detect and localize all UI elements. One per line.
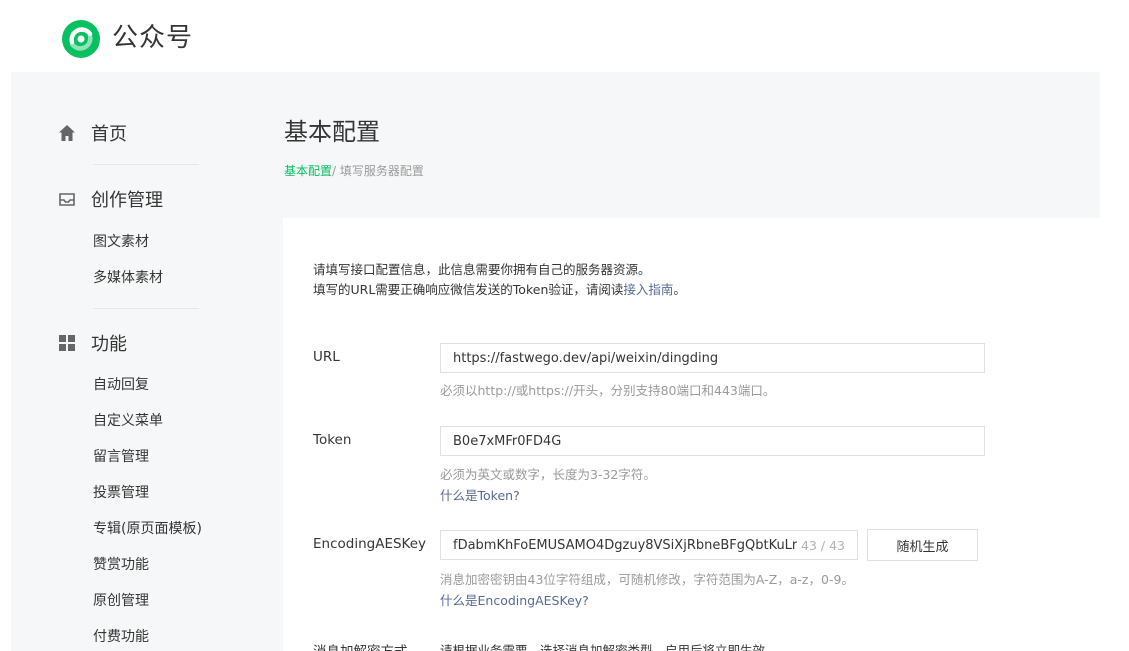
main-content: 基本配置 基本配置/ 填写服务器配置 请填写接口配置信息，此信息需要你拥有自己的…	[283, 72, 1100, 651]
what-is-token-link[interactable]: 什么是Token?	[440, 485, 520, 504]
server-config-card: 请填写接口配置信息，此信息需要你拥有自己的服务器资源。 填写的URL需要正确响应…	[283, 218, 1100, 651]
top-bar: 公众号	[0, 0, 1129, 72]
sidebar-divider	[93, 308, 199, 309]
breadcrumb-link-basic-config[interactable]: 基本配置	[284, 164, 332, 178]
sidebar-item-paid[interactable]: 付费功能	[93, 626, 149, 646]
token-input-value: B0e7xMFr0FD4G	[453, 433, 562, 449]
what-is-aes-key-link[interactable]: 什么是EncodingAESKey?	[440, 590, 589, 609]
breadcrumb-current: 填写服务器配置	[339, 164, 424, 178]
intro-line: 填写的URL需要正确响应微信发送的Token验证，请阅读接入指南。	[313, 280, 686, 300]
sidebar-section-creation[interactable]: 创作管理	[57, 186, 163, 212]
sidebar-item-comments[interactable]: 留言管理	[93, 446, 149, 466]
sidebar-item-auto-reply[interactable]: 自动回复	[93, 374, 149, 394]
sidebar-section-title: 创作管理	[91, 190, 163, 211]
sidebar-item-votes[interactable]: 投票管理	[93, 482, 149, 502]
url-input-value: https://fastwego.dev/api/weixin/dingding	[453, 350, 719, 366]
grid-icon	[59, 335, 75, 351]
token-hint: 必须为英文或数字，长度为3-32字符。	[440, 467, 656, 482]
random-generate-button[interactable]: 随机生成	[867, 529, 978, 561]
sidebar-item-label: 首页	[91, 124, 127, 145]
intro-line: 请填写接口配置信息，此信息需要你拥有自己的服务器资源。	[313, 262, 651, 277]
aes-key-input-value: fDabmKhFoEMUSAMO4Dgzuy8VSiXjRbneBFgQbtKu…	[453, 537, 798, 553]
intro-line-text: 。	[673, 282, 686, 297]
token-label: Token	[313, 432, 352, 448]
url-label: URL	[313, 349, 340, 365]
breadcrumb-separator: /	[332, 164, 340, 178]
url-input[interactable]: https://fastwego.dev/api/weixin/dingding	[440, 343, 985, 373]
url-hint: 必须以http://或https://开头，分别支持80端口和443端口。	[440, 383, 776, 398]
wechat-official-account-logo-icon[interactable]	[60, 18, 102, 60]
aes-key-input[interactable]: fDabmKhFoEMUSAMO4Dgzuy8VSiXjRbneBFgQbtKu…	[440, 530, 858, 560]
encrypt-mode-label: 消息加解密方式	[313, 640, 408, 651]
token-input[interactable]: B0e7xMFr0FD4G	[440, 426, 985, 456]
sidebar-item-reward[interactable]: 赞赏功能	[93, 554, 149, 574]
sidebar-section-features[interactable]: 功能	[57, 330, 127, 356]
inbox-icon	[59, 193, 75, 206]
aes-key-label: EncodingAESKey	[313, 536, 427, 552]
sidebar-item-home[interactable]: 首页	[57, 120, 127, 146]
brand-title: 公众号	[112, 23, 194, 53]
sidebar-item-album[interactable]: 专辑(原页面模板)	[93, 518, 202, 538]
access-guide-link[interactable]: 接入指南	[623, 282, 673, 297]
intro-line-text: 填写的URL需要正确响应微信发送的Token验证，请阅读	[313, 282, 624, 297]
sidebar-divider	[93, 164, 199, 165]
sidebar-item-original[interactable]: 原创管理	[93, 590, 149, 610]
aes-key-hint: 消息加密密钥由43位字符组成，可随机修改，字符范围为A-Z，a-z，0-9。	[440, 572, 854, 587]
encrypt-mode-hint: 请根据业务需要，选择消息加解密类型，启用后将立即生效	[440, 643, 766, 651]
page-title: 基本配置	[284, 118, 380, 146]
sidebar-section-title: 功能	[91, 334, 127, 355]
sidebar-item-media-material[interactable]: 多媒体素材	[93, 267, 163, 287]
home-icon	[59, 125, 75, 141]
intro-text: 请填写接口配置信息，此信息需要你拥有自己的服务器资源。 填写的URL需要正确响应…	[313, 260, 686, 300]
sidebar-item-news-material[interactable]: 图文素材	[93, 231, 149, 251]
sidebar: 首页 创作管理 图文素材 多媒体素材 功能 自动回复 自定义菜单 留言管理 投票…	[11, 72, 271, 651]
breadcrumb: 基本配置/ 填写服务器配置	[284, 162, 424, 179]
sidebar-item-custom-menu[interactable]: 自定义菜单	[93, 410, 163, 430]
content-shell: 首页 创作管理 图文素材 多媒体素材 功能 自动回复 自定义菜单 留言管理 投票…	[11, 72, 1100, 651]
aes-key-char-counter: 43 / 43	[801, 537, 845, 553]
